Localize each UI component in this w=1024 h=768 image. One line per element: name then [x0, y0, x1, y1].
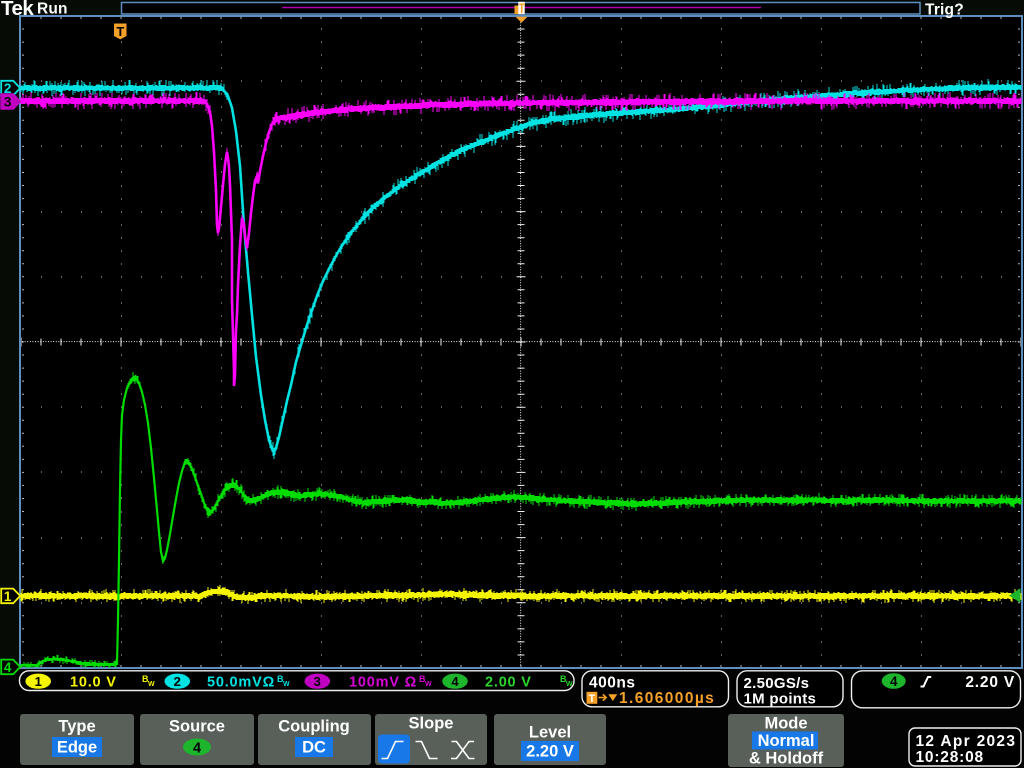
svg-text:1.606000µs: 1.606000µs: [619, 690, 715, 707]
svg-text:Mode: Mode: [764, 715, 807, 733]
svg-text:400ns: 400ns: [589, 675, 635, 692]
svg-text:100mV Ω: 100mV Ω: [349, 674, 417, 690]
svg-text:2.20 V: 2.20 V: [526, 743, 574, 761]
svg-text:3: 3: [314, 674, 321, 689]
svg-text:4: 4: [193, 741, 201, 757]
svg-text:Tek: Tek: [1, 0, 34, 20]
svg-text:T: T: [116, 24, 124, 39]
svg-text:Slope: Slope: [409, 715, 454, 733]
svg-text:Coupling: Coupling: [278, 718, 349, 736]
svg-text:10:28:08: 10:28:08: [916, 749, 984, 766]
svg-text:Source: Source: [169, 718, 225, 736]
svg-text:2.20 V: 2.20 V: [965, 674, 1015, 691]
svg-text:W: W: [425, 681, 432, 688]
svg-text:2.00 V: 2.00 V: [485, 674, 532, 690]
svg-text:Level: Level: [529, 724, 571, 742]
svg-text:T: T: [589, 693, 596, 705]
svg-text:Normal: Normal: [758, 732, 815, 750]
svg-text:Trig?: Trig?: [925, 2, 964, 19]
svg-text:Type: Type: [58, 718, 95, 736]
svg-text:3: 3: [4, 95, 12, 110]
svg-text:Run: Run: [37, 1, 68, 18]
svg-text:1M points: 1M points: [744, 691, 817, 708]
svg-text:2.50GS/s: 2.50GS/s: [744, 675, 810, 692]
svg-text:10.0 V: 10.0 V: [70, 674, 117, 690]
svg-text:W: W: [566, 681, 573, 688]
svg-text:W: W: [148, 681, 155, 688]
svg-text:Edge: Edge: [57, 739, 97, 757]
svg-text:4: 4: [890, 674, 898, 689]
svg-text:DC: DC: [302, 739, 326, 757]
svg-text:& Holdoff: & Holdoff: [749, 750, 824, 768]
svg-text:1: 1: [35, 674, 42, 689]
svg-text:4: 4: [4, 660, 12, 675]
svg-text:4: 4: [451, 674, 459, 689]
svg-text:50.0mVΩ: 50.0mVΩ: [207, 674, 275, 690]
svg-text:W: W: [283, 681, 290, 688]
svg-text:2: 2: [174, 674, 181, 689]
svg-text:1: 1: [4, 589, 12, 604]
svg-text:12 Apr 2023: 12 Apr 2023: [916, 733, 1017, 750]
